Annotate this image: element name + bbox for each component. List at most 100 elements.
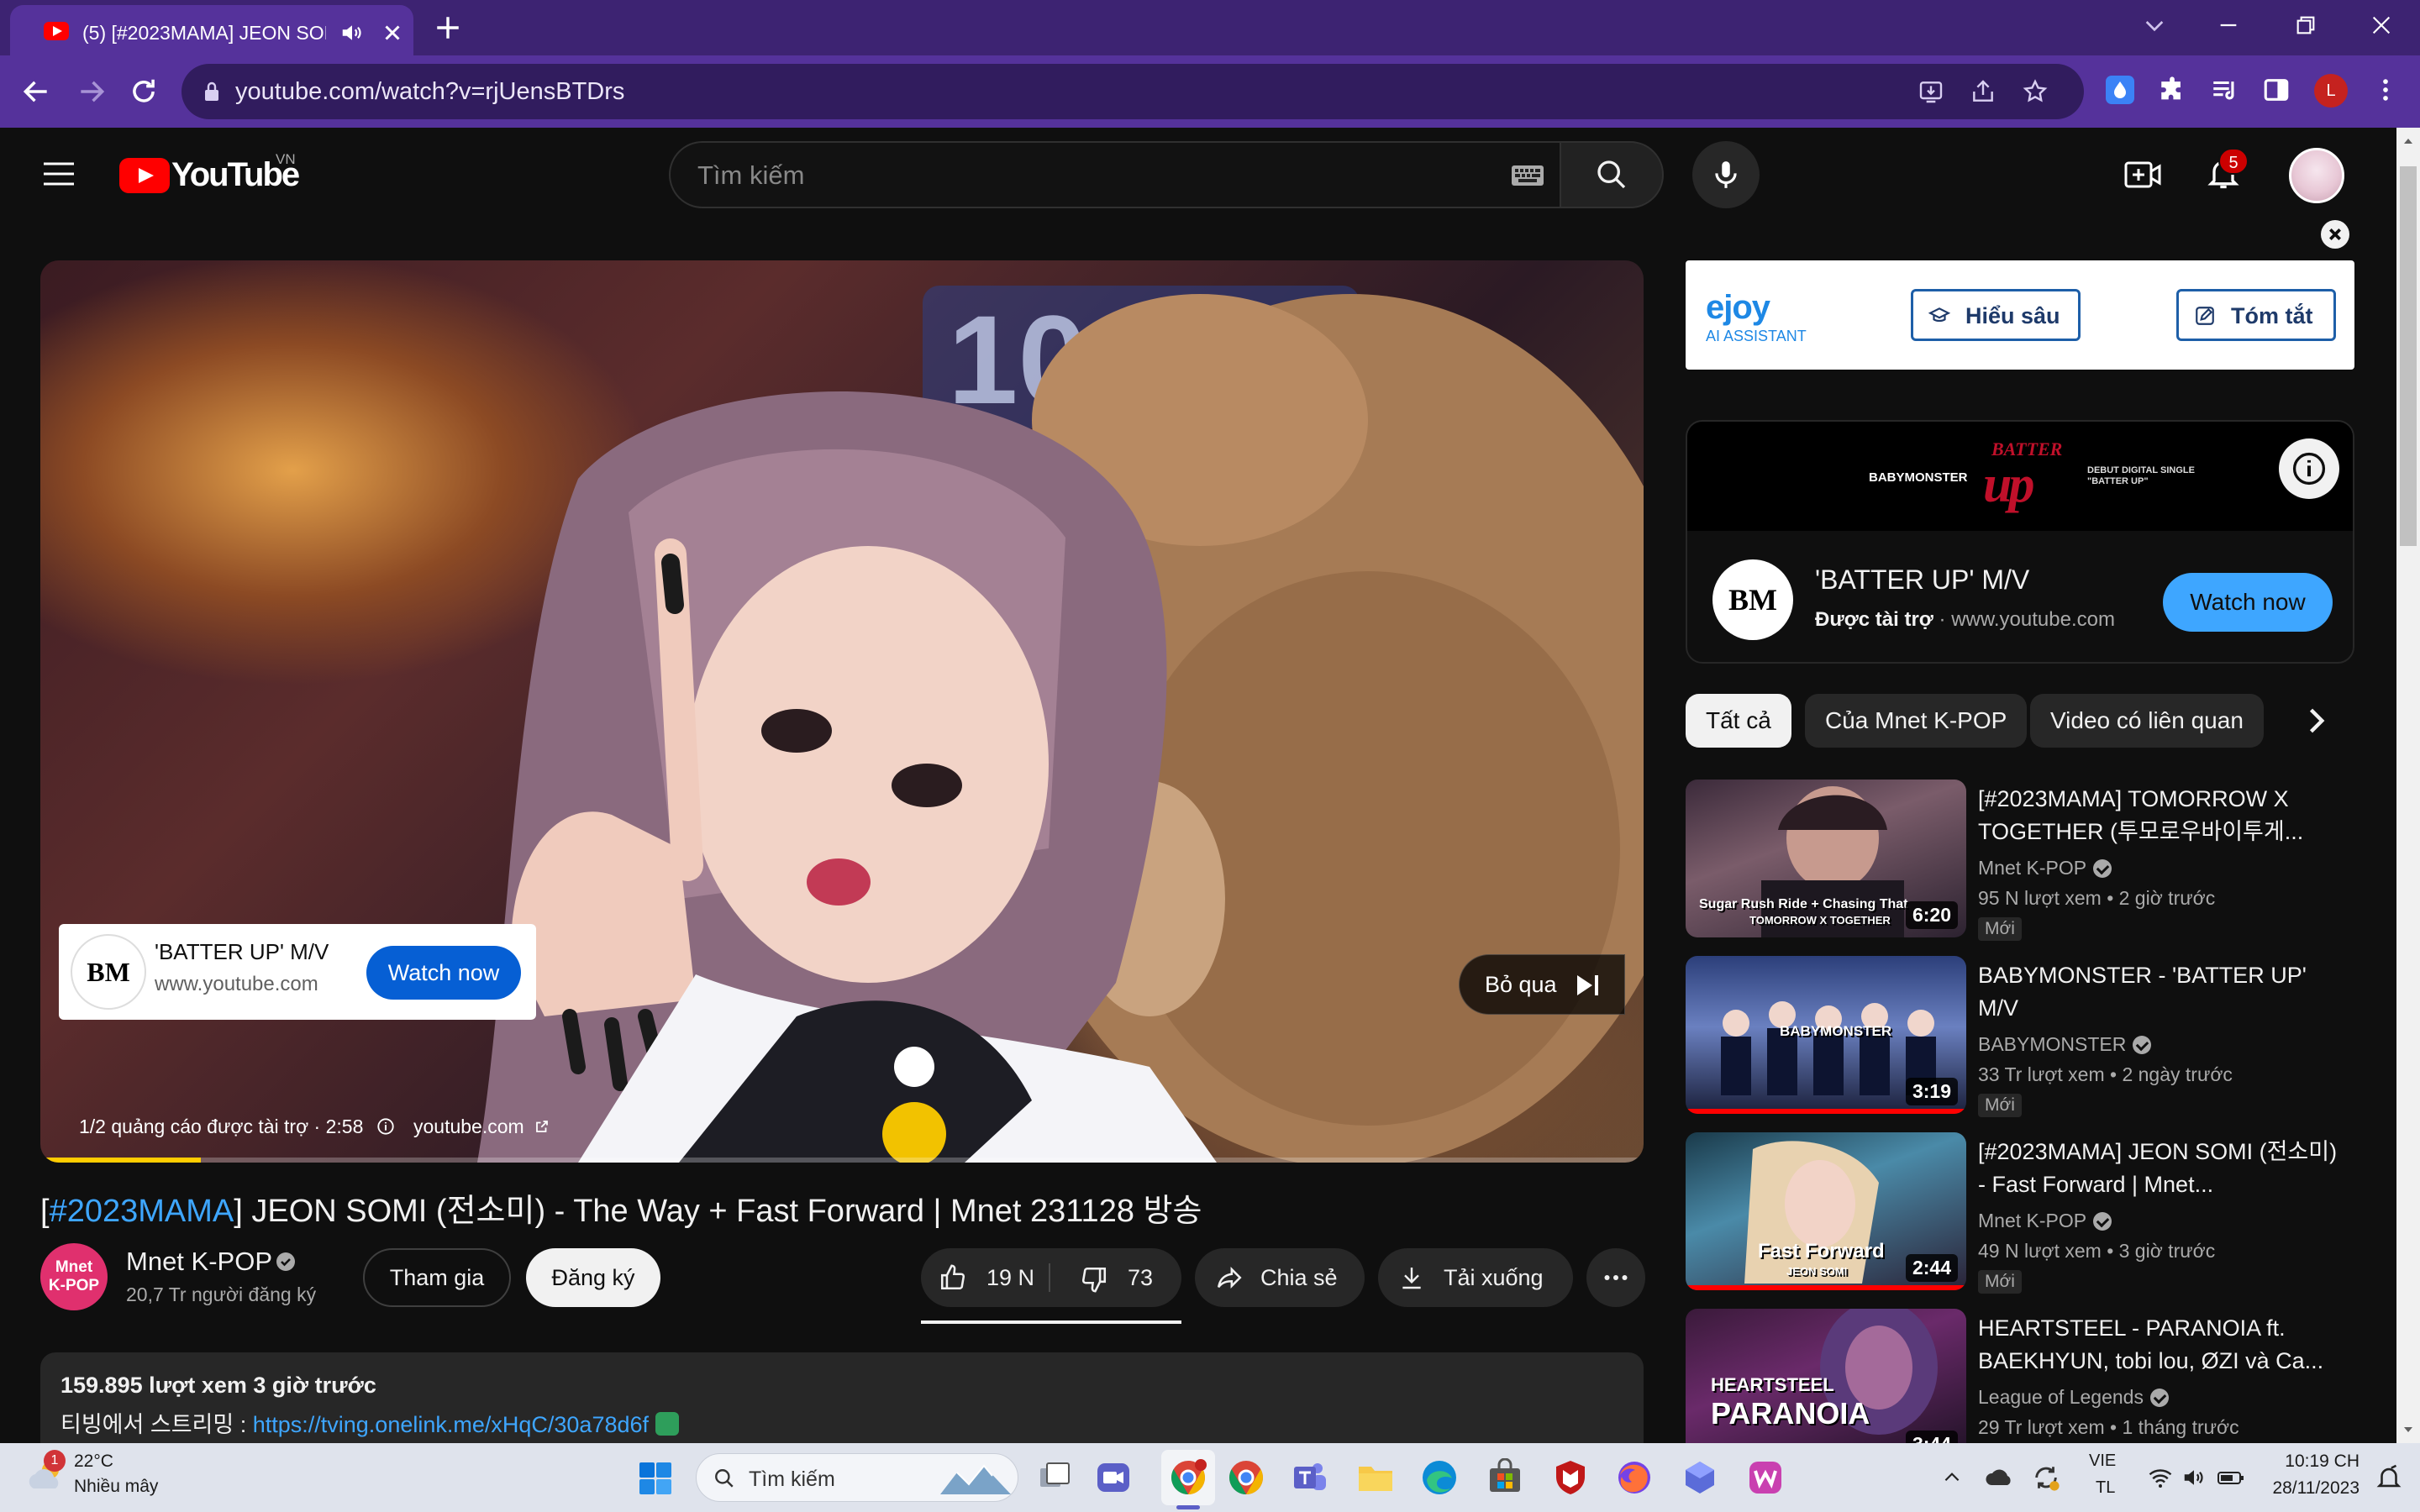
forward-arrow-icon[interactable] [76, 76, 108, 108]
wps-office-icon[interactable] [1746, 1458, 1785, 1497]
weather-description[interactable]: Nhiều mây [74, 1477, 158, 1497]
windows-start-icon[interactable] [639, 1462, 672, 1495]
taskbar-search-box[interactable]: Tìm kiếm [696, 1453, 1018, 1502]
browser-tab[interactable]: (5) [#2023MAMA] JEON SOMI [10, 5, 413, 55]
video-thumbnail[interactable]: BABYMONSTER 3:19 [1686, 956, 1966, 1114]
ad-overlay-title[interactable]: 'BATTER UP' M/V [155, 939, 329, 965]
dislike-count[interactable]: 73 [1128, 1265, 1153, 1291]
chrome-icon[interactable] [1227, 1458, 1265, 1497]
scroll-up-arrow-icon[interactable] [2402, 134, 2415, 148]
clock-date[interactable]: 28/11/2023 [2262, 1478, 2360, 1499]
ejoy-summary-button[interactable]: Tóm tắt [2176, 289, 2336, 341]
recommendation-title[interactable]: BABYMONSTER - 'BATTER UP' M/V [1978, 959, 2348, 1025]
sidebar-ad-banner[interactable]: BABYMONSTER BATTER up DEBUT DIGITAL SING… [1687, 422, 2353, 531]
reload-icon[interactable] [128, 76, 160, 108]
ejoy-close-button[interactable] [2321, 220, 2349, 249]
task-view-icon[interactable] [1035, 1458, 1074, 1497]
mcafee-shield-icon[interactable] [1551, 1458, 1590, 1497]
skip-ad-button[interactable]: Bỏ qua [1459, 954, 1625, 1015]
create-video-icon[interactable] [2124, 158, 2161, 192]
bookmark-star-icon[interactable] [2022, 78, 2049, 105]
search-button[interactable] [1560, 141, 1664, 208]
more-actions-button[interactable] [1586, 1248, 1645, 1307]
recommendation-title[interactable]: [#2023MAMA] TOMORROW X TOGETHER (투모로우바이투… [1978, 783, 2348, 848]
sidebar-ad-logo[interactable]: BM [1712, 559, 1793, 640]
wifi-icon[interactable] [2148, 1465, 2173, 1490]
back-arrow-icon[interactable] [20, 76, 52, 108]
install-app-icon[interactable] [1918, 78, 1944, 105]
close-tab-icon[interactable] [380, 20, 405, 45]
subscribe-button[interactable]: Đăng ký [526, 1248, 660, 1307]
kebab-menu-icon[interactable] [2371, 76, 2400, 104]
sidebar-ad-watch-now-button[interactable]: Watch now [2163, 573, 2333, 632]
address-bar[interactable]: youtube.com/watch?v=rjUensBTDrs [182, 64, 2084, 119]
battery-icon[interactable] [2217, 1465, 2245, 1490]
search-input[interactable] [697, 160, 1454, 192]
recommendation-title[interactable]: [#2023MAMA] JEON SOMI (전소미) - Fast Forwa… [1978, 1136, 2348, 1201]
recommendation-item[interactable]: Fast Forward JEON SOMI 2:44 [#2023MAMA] … [1686, 1132, 2354, 1294]
keyboard-icon[interactable] [1511, 165, 1544, 186]
join-button[interactable]: Tham gia [363, 1248, 511, 1307]
weather-temperature[interactable]: 22°C [74, 1452, 113, 1472]
side-panel-icon[interactable] [2262, 76, 2291, 104]
recommendation-channel[interactable]: BABYMONSTER [1978, 1033, 2152, 1056]
scrollbar-thumb[interactable] [2400, 166, 2417, 546]
recommendation-channel[interactable]: Mnet K-POP [1978, 1210, 2112, 1232]
recommendation-channel[interactable]: League of Legends [1978, 1386, 2169, 1409]
ad-watch-now-button[interactable]: Watch now [366, 946, 521, 1000]
window-close-icon[interactable] [2368, 12, 2395, 39]
extensions-puzzle-icon[interactable] [2158, 76, 2186, 104]
info-icon[interactable] [376, 1117, 395, 1136]
microsoft-store-icon[interactable] [1486, 1458, 1524, 1497]
chip-related[interactable]: Video có liên quan [2030, 694, 2264, 748]
account-avatar[interactable] [2289, 148, 2344, 203]
ad-progress-bar[interactable] [40, 1158, 1644, 1163]
hamburger-menu-icon[interactable] [42, 160, 76, 188]
teams-icon[interactable] [1291, 1458, 1329, 1497]
video-thumbnail[interactable]: HEARTSTEEL PARANOIA 3:44 [1686, 1309, 1966, 1443]
like-count[interactable]: 19 N [986, 1265, 1034, 1291]
thumbs-up-icon[interactable] [938, 1263, 968, 1292]
ad-info-button[interactable] [2279, 438, 2339, 499]
recommendation-channel[interactable]: Mnet K-POP [1978, 857, 2112, 879]
hashtag-link[interactable]: #2023MAMA [50, 1194, 234, 1229]
restore-icon[interactable] [2292, 12, 2319, 39]
share-button[interactable]: Chia sẻ [1195, 1248, 1365, 1307]
profile-avatar[interactable]: L [2314, 74, 2348, 108]
clock-time[interactable]: 10:19 CH [2279, 1452, 2360, 1472]
recommendation-title[interactable]: HEARTSTEEL - PARANOIA ft. BAEKHYUN, tobi… [1978, 1312, 2348, 1378]
chip-all[interactable]: Tất cả [1686, 694, 1791, 748]
onedrive-cloud-icon[interactable] [1985, 1465, 2013, 1488]
show-hidden-icons-icon[interactable] [1941, 1467, 1963, 1488]
video-thumbnail[interactable]: Sugar Rush Ride + Chasing That TOMORROW … [1686, 780, 1966, 937]
recommendation-item[interactable]: HEARTSTEEL PARANOIA 3:44 HEARTSTEEL - PA… [1686, 1309, 2354, 1443]
sync-status-icon[interactable] [2032, 1463, 2060, 1492]
voice-search-button[interactable] [1692, 141, 1760, 208]
site-info-icon[interactable] [202, 81, 222, 102]
edge-icon[interactable] [1420, 1458, 1459, 1497]
speaker-icon[interactable] [339, 20, 365, 45]
share-page-icon[interactable] [1970, 78, 1996, 105]
file-explorer-icon[interactable] [1356, 1458, 1395, 1497]
cube-app-icon[interactable] [1681, 1458, 1719, 1497]
firefox-icon[interactable] [1615, 1458, 1654, 1497]
volume-icon[interactable] [2181, 1465, 2207, 1490]
video-chat-app-icon[interactable] [1094, 1458, 1133, 1497]
input-method[interactable]: TL [2096, 1478, 2115, 1498]
channel-name[interactable]: Mnet K-POP [126, 1247, 272, 1277]
download-button[interactable]: Tải xuống [1378, 1248, 1573, 1307]
input-language[interactable]: VIE [2089, 1452, 2116, 1471]
chevron-right-icon[interactable] [2297, 702, 2334, 739]
recommendation-item[interactable]: BABYMONSTER 3:19 BABYMONSTER - 'BATTER U… [1686, 956, 2354, 1117]
chip-from-channel[interactable]: Của Mnet K-POP [1805, 694, 2028, 748]
sidebar-ad-title[interactable]: 'BATTER UP' M/V [1815, 564, 2029, 596]
video-thumbnail[interactable]: Fast Forward JEON SOMI 2:44 [1686, 1132, 1966, 1290]
scroll-down-arrow-icon[interactable] [2402, 1423, 2415, 1436]
minimize-icon[interactable] [2215, 12, 2242, 39]
notification-center-icon[interactable] [2375, 1463, 2403, 1492]
description-link[interactable]: https://tving.onelink.me/xHqC/30a78d6f [253, 1412, 649, 1437]
sidebar-ad-card[interactable]: BABYMONSTER BATTER up DEBUT DIGITAL SING… [1686, 420, 2354, 664]
chrome-profile-icon[interactable] [1169, 1458, 1207, 1497]
droplet-extension-icon[interactable] [2106, 76, 2134, 104]
video-player[interactable]: 100 BM 'BATTER UP' M/V www.youtube.com W… [40, 260, 1644, 1163]
